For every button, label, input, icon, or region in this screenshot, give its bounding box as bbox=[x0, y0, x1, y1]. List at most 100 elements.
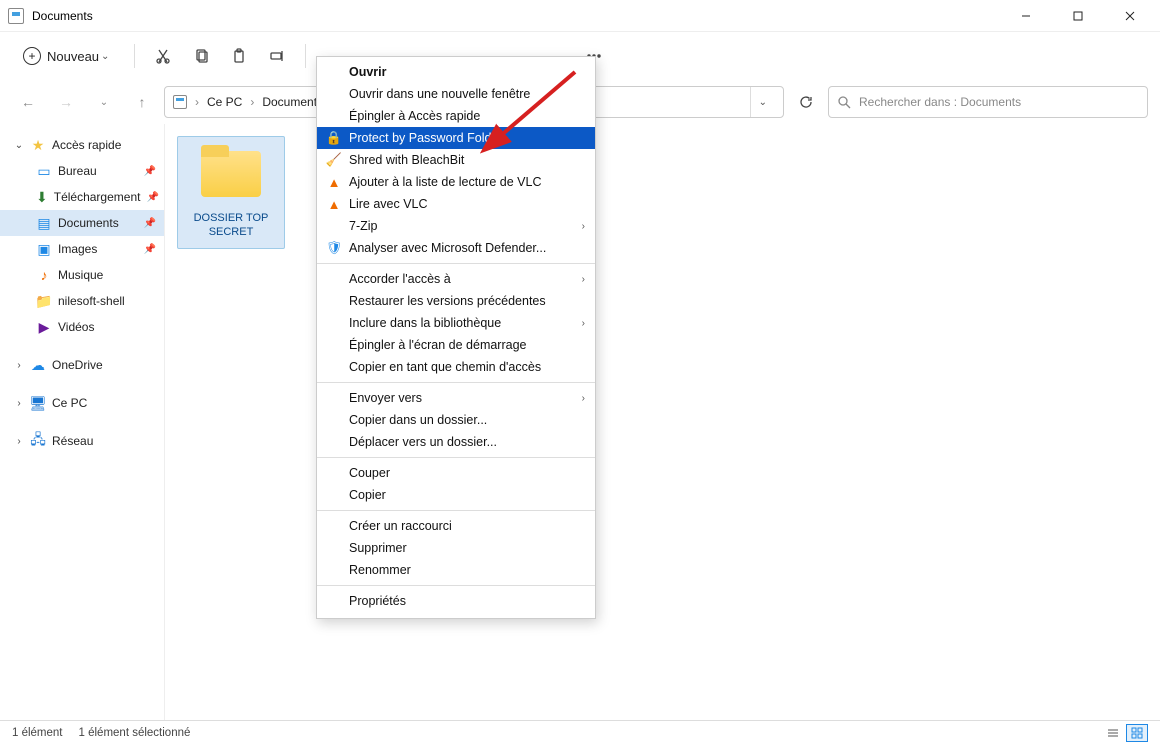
app-icon bbox=[8, 8, 24, 24]
plus-icon: + bbox=[23, 47, 41, 65]
ctx-shortcut[interactable]: Créer un raccourci bbox=[317, 515, 595, 537]
separator bbox=[305, 44, 306, 68]
status-selected: 1 élément sélectionné bbox=[79, 727, 191, 739]
ctx-pin-quick[interactable]: Épingler à Accès rapide bbox=[317, 105, 595, 127]
title-bar: Documents bbox=[0, 0, 1160, 32]
sidebar-item-images[interactable]: ▣ Images 📌 bbox=[0, 236, 164, 262]
breadcrumb-root[interactable]: Ce PC bbox=[207, 95, 242, 109]
recent-button[interactable]: ⌄ bbox=[88, 86, 120, 118]
chevron-right-icon: › bbox=[582, 393, 585, 404]
pin-icon: 📌 bbox=[144, 244, 156, 255]
folder-tile-selected[interactable]: DOSSIER TOP SECRET bbox=[177, 136, 285, 249]
folder-icon: 📁 bbox=[36, 293, 52, 309]
sidebar-item-label: Images bbox=[58, 242, 97, 256]
vlc-icon: ▲ bbox=[325, 173, 343, 191]
ctx-cut[interactable]: Couper bbox=[317, 462, 595, 484]
sidebar-onedrive[interactable]: ›☁OneDrive bbox=[0, 352, 164, 378]
new-label: Nouveau bbox=[47, 49, 99, 64]
content-pane[interactable]: DOSSIER TOP SECRET bbox=[165, 124, 1160, 720]
ctx-rename[interactable]: Renommer bbox=[317, 559, 595, 581]
ctx-copy[interactable]: Copier bbox=[317, 484, 595, 506]
chevron-down-icon: ⌄ bbox=[101, 51, 109, 62]
chevron-right-icon: › bbox=[582, 318, 585, 329]
status-count: 1 élément bbox=[12, 727, 63, 739]
network-icon: 🖧 bbox=[30, 433, 46, 449]
sidebar-item-label: Bureau bbox=[58, 164, 97, 178]
sidebar-label: Accès rapide bbox=[52, 138, 121, 152]
sidebar-item-music[interactable]: ♪Musique bbox=[0, 262, 164, 288]
ctx-properties[interactable]: Propriétés bbox=[317, 590, 595, 612]
pc-icon: 🖥 bbox=[30, 395, 46, 411]
ctx-delete[interactable]: Supprimer bbox=[317, 537, 595, 559]
sidebar-label: Réseau bbox=[52, 434, 93, 448]
separator bbox=[134, 44, 135, 68]
forward-button[interactable]: → bbox=[50, 86, 82, 118]
lock-icon: 🔒 bbox=[325, 129, 343, 147]
sidebar-item-label: Musique bbox=[58, 268, 103, 282]
window-title: Documents bbox=[32, 9, 93, 23]
window-controls bbox=[1004, 1, 1152, 31]
sidebar-item-nilesoft[interactable]: 📁nilesoft-shell bbox=[0, 288, 164, 314]
sidebar-item-bureau[interactable]: ▭Bureau📌 bbox=[0, 158, 164, 184]
search-icon bbox=[837, 95, 851, 109]
pictures-icon: ▣ bbox=[36, 241, 52, 257]
sidebar-network[interactable]: ›🖧Réseau bbox=[0, 428, 164, 454]
ctx-grant-access[interactable]: Accorder l'accès à› bbox=[317, 268, 595, 290]
shred-icon: 🧹 bbox=[325, 151, 343, 169]
address-dropdown[interactable]: ⌄ bbox=[750, 87, 775, 117]
ctx-open[interactable]: Ouvrir bbox=[317, 61, 595, 83]
location-icon bbox=[173, 95, 187, 109]
ctx-protect-password[interactable]: 🔒Protect by Password Folder bbox=[317, 127, 595, 149]
ctx-copy-to-folder[interactable]: Copier dans un dossier... bbox=[317, 409, 595, 431]
ctx-copy-path[interactable]: Copier en tant que chemin d'accès bbox=[317, 356, 595, 378]
ctx-restore-versions[interactable]: Restaurer les versions précédentes bbox=[317, 290, 595, 312]
ctx-vlc-add[interactable]: ▲Ajouter à la liste de lecture de VLC bbox=[317, 171, 595, 193]
back-button[interactable]: ← bbox=[12, 86, 44, 118]
ctx-include-library[interactable]: Inclure dans la bibliothèque› bbox=[317, 312, 595, 334]
view-icons-button[interactable] bbox=[1126, 724, 1148, 742]
ctx-7zip[interactable]: 7-Zip› bbox=[317, 215, 595, 237]
refresh-button[interactable] bbox=[790, 86, 822, 118]
ctx-pin-start[interactable]: Épingler à l'écran de démarrage bbox=[317, 334, 595, 356]
up-button[interactable]: ↑ bbox=[126, 86, 158, 118]
chevron-right-icon: › bbox=[195, 95, 199, 109]
ctx-open-new-window[interactable]: Ouvrir dans une nouvelle fenêtre bbox=[317, 83, 595, 105]
vlc-icon: ▲ bbox=[325, 195, 343, 213]
chevron-right-icon: › bbox=[582, 274, 585, 285]
view-details-button[interactable] bbox=[1102, 724, 1124, 742]
copy-icon[interactable] bbox=[187, 42, 215, 70]
new-button[interactable]: + Nouveau ⌄ bbox=[12, 42, 120, 70]
maximize-button[interactable] bbox=[1056, 1, 1100, 31]
ctx-send-to[interactable]: Envoyer vers› bbox=[317, 387, 595, 409]
ctx-shred[interactable]: 🧹Shred with BleachBit bbox=[317, 149, 595, 171]
view-switcher bbox=[1102, 724, 1148, 742]
cut-icon[interactable] bbox=[149, 42, 177, 70]
pin-icon: 📌 bbox=[146, 192, 158, 203]
document-icon: ▤ bbox=[36, 215, 52, 231]
chevron-right-icon: › bbox=[250, 95, 254, 109]
ctx-vlc-play[interactable]: ▲Lire avec VLC bbox=[317, 193, 595, 215]
download-icon: ⬇ bbox=[36, 189, 48, 205]
cloud-icon: ☁ bbox=[30, 357, 46, 373]
pin-icon: 📌 bbox=[144, 166, 156, 177]
ctx-defender[interactable]: 🛡Analyser avec Microsoft Defender... bbox=[317, 237, 595, 259]
ctx-move-to-folder[interactable]: Déplacer vers un dossier... bbox=[317, 431, 595, 453]
sidebar-item-documents[interactable]: ▤Documents📌 bbox=[0, 210, 164, 236]
sidebar-quick-access[interactable]: ⌄★Accès rapide bbox=[0, 132, 164, 158]
breadcrumb-current[interactable]: Documents bbox=[262, 95, 323, 109]
rename-icon[interactable] bbox=[263, 42, 291, 70]
minimize-button[interactable] bbox=[1004, 1, 1048, 31]
sidebar-item-videos[interactable]: ▶Vidéos bbox=[0, 314, 164, 340]
sidebar-label: Ce PC bbox=[52, 396, 87, 410]
search-box[interactable]: Rechercher dans : Documents bbox=[828, 86, 1148, 118]
pin-icon: 📌 bbox=[144, 218, 156, 229]
star-icon: ★ bbox=[30, 137, 46, 153]
sidebar-item-label: Téléchargement bbox=[54, 190, 141, 204]
chevron-right-icon: › bbox=[582, 221, 585, 232]
sidebar-this-pc[interactable]: ›🖥Ce PC bbox=[0, 390, 164, 416]
search-placeholder: Rechercher dans : Documents bbox=[859, 95, 1021, 109]
sidebar-label: OneDrive bbox=[52, 358, 103, 372]
close-button[interactable] bbox=[1108, 1, 1152, 31]
paste-icon[interactable] bbox=[225, 42, 253, 70]
sidebar-item-downloads[interactable]: ⬇ Téléchargement 📌 bbox=[0, 184, 164, 210]
